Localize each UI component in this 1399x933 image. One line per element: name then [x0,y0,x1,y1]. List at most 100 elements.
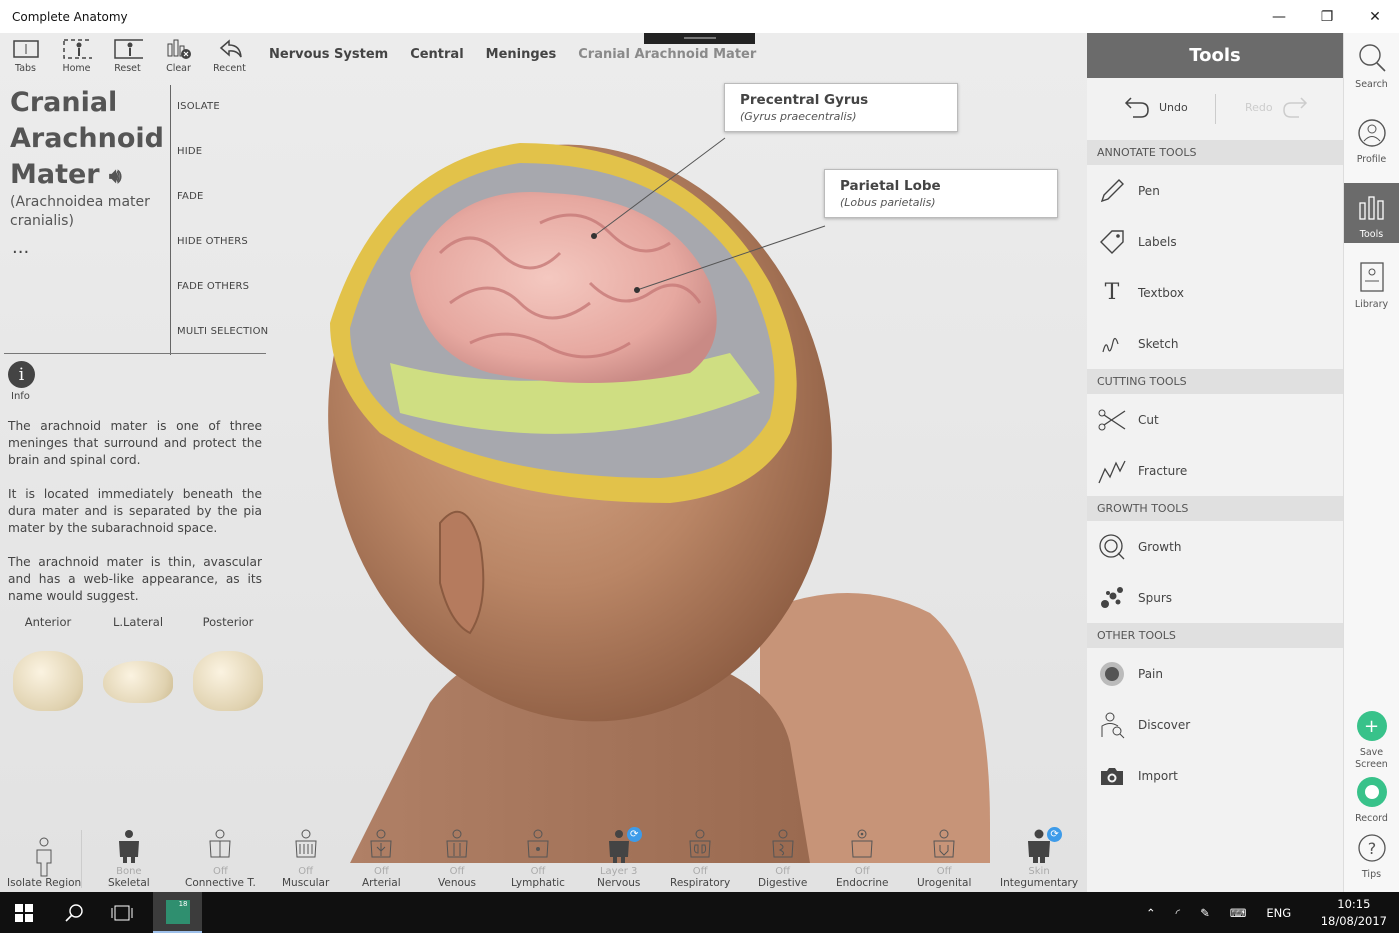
hide-action[interactable]: HIDE [177,130,268,175]
nav-search[interactable]: Search [1344,41,1399,103]
view-posterior[interactable]: Posterior [188,615,268,711]
skull-lateral-thumbnail[interactable] [103,661,173,703]
chevron-up-icon[interactable]: ⌃ [1146,906,1156,920]
reset-icon [113,38,143,60]
section-growth-tools: GROWTH TOOLS [1087,496,1343,521]
system-isolate-region[interactable]: Isolate Region [7,837,81,889]
save-screen-button[interactable]: + Save Screen [1344,709,1399,773]
system-integumentary[interactable]: ⟳ Skin Integumentary [1000,826,1078,889]
multi-selection-action[interactable]: MULTI SELECTION [177,310,268,355]
fracture-icon [1097,456,1127,486]
taskbar-app-complete-anatomy[interactable]: 18 [153,892,202,933]
app-title: Complete Anatomy [12,9,128,24]
home-icon [62,38,92,60]
taskbar-search-button[interactable] [50,892,98,933]
tool-textbox[interactable]: T Textbox [1087,267,1343,318]
svg-text:?: ? [1367,839,1376,858]
undo-button[interactable]: Undo [1123,94,1188,120]
tips-button[interactable]: ? Tips [1344,831,1399,883]
undo-icon [1124,97,1149,118]
system-lymphatic[interactable]: Off Lymphatic [511,826,565,889]
system-nervous[interactable]: ⟳ Layer 3 Nervous [597,826,642,889]
skin-icon: ⟳ [1024,826,1063,866]
system-skeletal[interactable]: Bone Skeletal [108,826,150,889]
home-button[interactable]: Home [51,33,102,77]
tool-growth[interactable]: Growth [1087,521,1343,572]
system-digestive[interactable]: Off Digestive [758,826,807,889]
tool-labels[interactable]: Labels [1087,216,1343,267]
drawer-handle[interactable] [644,33,755,44]
vein-icon [442,826,472,866]
fade-action[interactable]: FADE [177,175,268,220]
pain-icon [1097,659,1127,689]
clock[interactable]: 10:15 18/08/2017 [1321,896,1387,930]
system-tray: ⌃ ◜ ✎ ⌨ ENG [1146,892,1291,933]
recent-icon [215,38,245,60]
systems-bar: Isolate Region Bone Skeletal Off Connect… [0,820,1087,892]
system-arterial[interactable]: Off Arterial [362,826,401,889]
nav-tools[interactable]: Tools [1344,183,1399,243]
spurs-icon [1097,583,1127,613]
nav-profile[interactable]: Profile [1344,116,1399,178]
label-precentral-gyrus[interactable]: Precentral Gyrus (Gyrus praecentralis) [724,83,958,132]
system-respiratory[interactable]: Off Respiratory [670,826,730,889]
view-lateral[interactable]: L.Lateral [98,615,178,711]
sync-badge-icon: ⟳ [626,827,642,842]
system-venous[interactable]: Off Venous [438,826,476,889]
camera-icon [1097,761,1127,791]
tool-import[interactable]: Import [1087,750,1343,801]
fade-others-action[interactable]: FADE OTHERS [177,265,268,310]
view-anterior[interactable]: Anterior [8,615,88,711]
windows-logo-icon [15,903,33,922]
maximize-button[interactable]: ❐ [1303,0,1351,33]
more-options-button[interactable]: ... [12,237,29,258]
nav-library[interactable]: Library [1344,261,1399,323]
redo-button[interactable]: Redo [1245,94,1309,120]
skull-posterior-thumbnail[interactable] [193,651,263,711]
system-urogenital[interactable]: Off Urogenital [917,826,971,889]
person-outline-icon [29,837,59,877]
speaker-icon[interactable]: 🔊︎ [109,164,122,188]
help-icon: ? [1356,831,1388,865]
system-connective-tissue[interactable]: Off Connective T. [185,826,256,889]
sync-badge-icon: ⟳ [1047,827,1063,842]
breadcrumb-current: Cranial Arachnoid Mater [578,47,757,62]
keyboard-icon[interactable]: ⌨ [1230,906,1247,920]
tool-cut[interactable]: Cut [1087,394,1343,445]
skull-anterior-thumbnail[interactable] [13,651,83,711]
tool-discover[interactable]: Discover [1087,699,1343,750]
section-annotate-tools: ANNOTATE TOOLS [1087,140,1343,165]
breadcrumb-item[interactable]: Meninges [486,47,557,62]
close-button[interactable]: ✕ [1351,0,1399,33]
complete-anatomy-app-icon: 18 [165,899,190,924]
info-icon[interactable]: i [8,361,35,388]
task-view-icon [111,905,133,920]
hide-others-action[interactable]: HIDE OTHERS [177,220,268,265]
info-label: Info [11,391,30,402]
record-button[interactable]: Record [1344,775,1399,825]
tool-pen[interactable]: Pen [1087,165,1343,216]
wifi-icon[interactable]: ◜ [1176,906,1180,920]
reset-button[interactable]: Reset [102,33,153,77]
tool-fracture[interactable]: Fracture [1087,445,1343,496]
section-cutting-tools: CUTTING TOOLS [1087,369,1343,394]
pen-tray-icon[interactable]: ✎ [1200,906,1210,920]
tabs-button[interactable]: Tabs [0,33,51,77]
recent-button[interactable]: Recent [204,33,255,77]
breadcrumb-item[interactable]: Nervous System [269,47,388,62]
breadcrumb-item[interactable]: Central [410,47,463,62]
isolate-action[interactable]: ISOLATE [177,85,268,130]
start-button[interactable] [0,892,48,933]
label-parietal-lobe[interactable]: Parietal Lobe (Lobus parietalis) [824,169,1058,218]
task-view-button[interactable] [98,892,146,933]
structure-description: The arachnoid mater is one of three meni… [8,419,262,603]
tool-pain[interactable]: Pain [1087,648,1343,699]
clear-button[interactable]: Clear [153,33,204,77]
minimize-button[interactable]: — [1255,0,1303,33]
workspace: Tabs Home Reset Clear Recent Nervous Sys… [0,33,1087,892]
system-muscular[interactable]: Off Muscular [282,826,329,889]
tool-sketch[interactable]: Sketch [1087,318,1343,369]
language-indicator[interactable]: ENG [1266,906,1291,920]
tool-spurs[interactable]: Spurs [1087,572,1343,623]
system-endocrine[interactable]: Off Endocrine [836,826,889,889]
